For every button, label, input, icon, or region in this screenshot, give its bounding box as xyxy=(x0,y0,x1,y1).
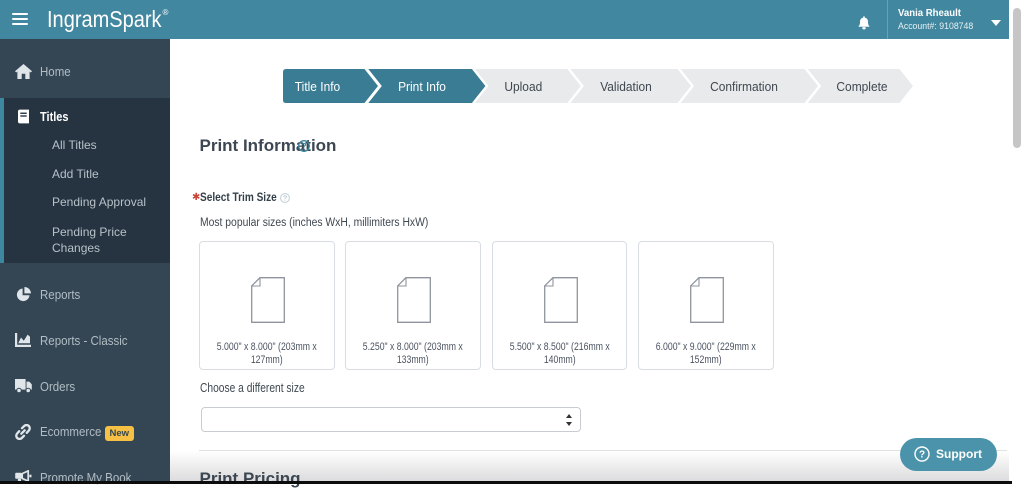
svg-text:Print Info: Print Info xyxy=(398,80,446,95)
svg-text:Title Info: Title Info xyxy=(295,80,340,95)
svg-text:Upload: Upload xyxy=(504,80,542,95)
svg-text:?: ? xyxy=(301,141,306,151)
svg-text:Confirmation: Confirmation xyxy=(710,80,778,95)
svg-text:Validation: Validation xyxy=(600,80,652,95)
svg-text:?: ? xyxy=(283,195,287,203)
svg-text:?: ? xyxy=(919,449,925,460)
svg-text:Complete: Complete xyxy=(836,80,887,95)
